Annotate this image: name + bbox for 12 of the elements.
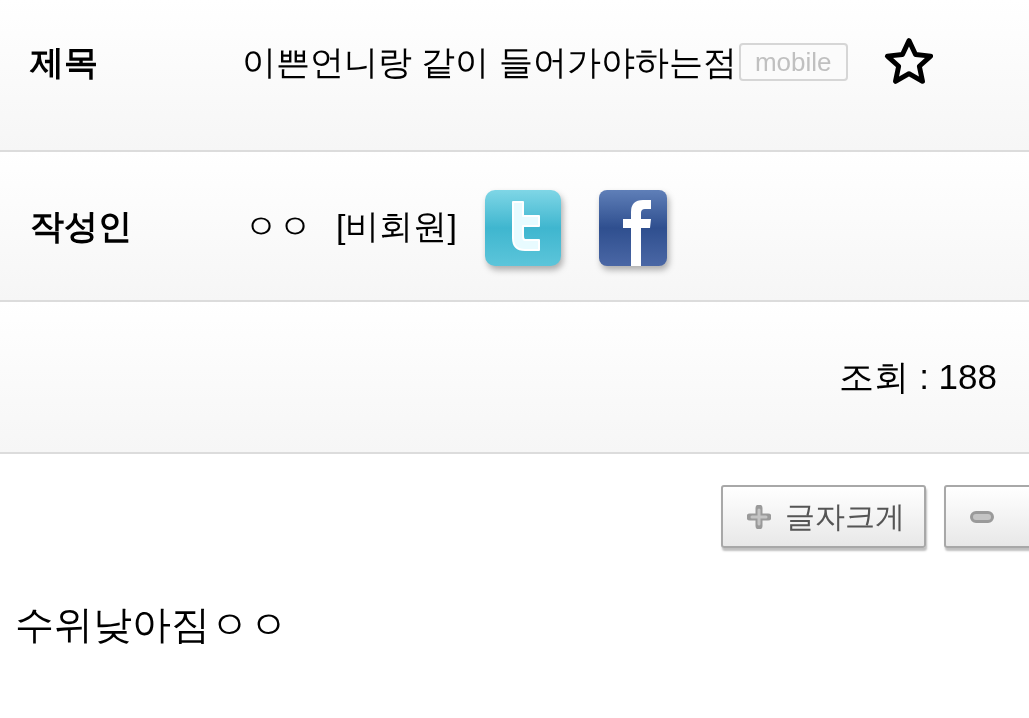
post-title: 이쁜언니랑 같이 들어가야하는점	[242, 41, 737, 83]
plus-icon	[747, 504, 771, 529]
minus-icon	[970, 510, 994, 523]
author-name: ㅇㅇ	[244, 205, 312, 247]
mobile-tag: mobile	[738, 43, 848, 81]
facebook-icon[interactable]	[596, 188, 669, 268]
field-label: 작성인	[29, 205, 133, 247]
member-status: [비회원]	[336, 205, 457, 247]
post-body: 수위낮아짐ㅇㅇ	[14, 602, 289, 648]
field-label: 제목	[29, 41, 99, 83]
font-size-button[interactable]: 글자크게	[721, 485, 926, 548]
view-count: 조회 : 188	[839, 355, 997, 398]
